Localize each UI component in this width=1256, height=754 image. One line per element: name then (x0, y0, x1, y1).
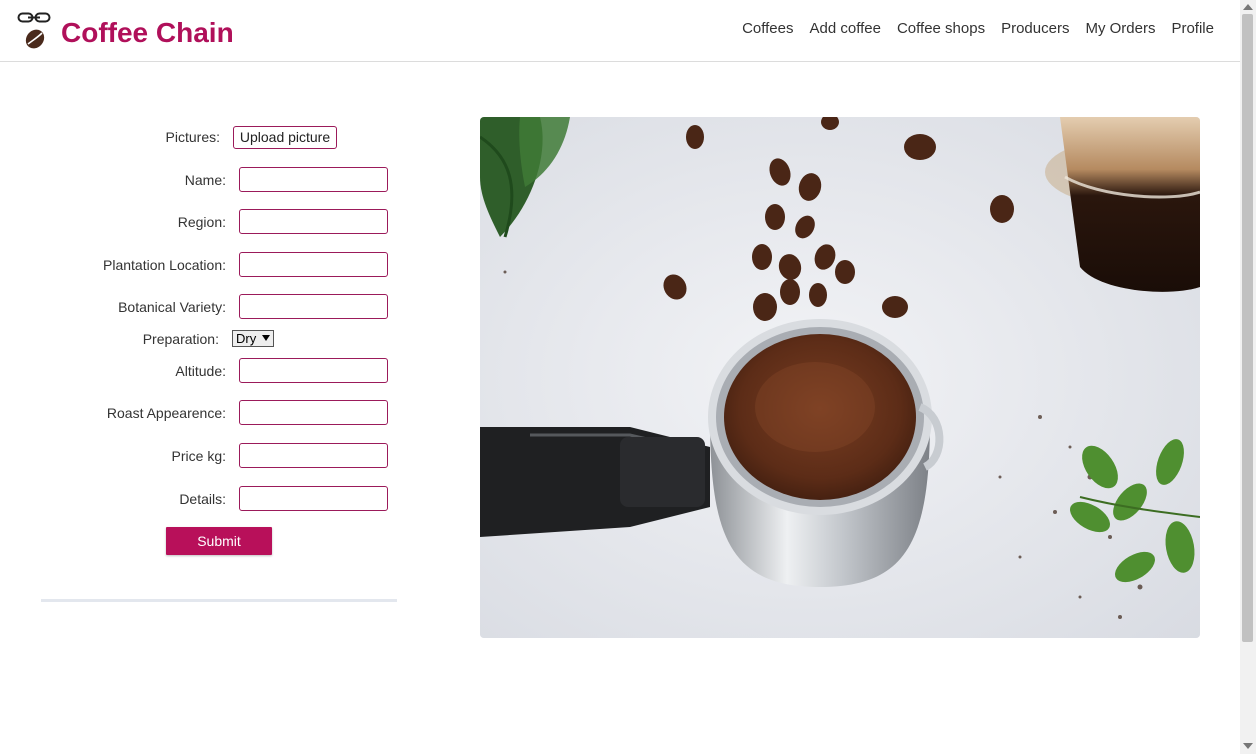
price-kg-label: Price kg: (171, 448, 226, 464)
plantation-location-field[interactable] (239, 252, 388, 277)
vertical-scrollbar[interactable] (1240, 0, 1256, 754)
nav-my-orders[interactable]: My Orders (1085, 20, 1155, 37)
coffee-bean-chain-logo-icon[interactable] (17, 11, 53, 51)
scroll-up-icon[interactable] (1243, 4, 1253, 10)
preparation-label: Preparation: (142, 331, 219, 347)
scroll-down-icon[interactable] (1243, 743, 1253, 749)
botanical-variety-label: Botanical Variety: (118, 299, 226, 315)
main-nav: Coffees Add coffee Coffee shops Producer… (726, 20, 1214, 37)
preparation-select[interactable]: Dry (232, 330, 274, 347)
nav-coffee-shops[interactable]: Coffee shops (897, 20, 985, 37)
roast-appearence-label: Roast Appearence: (106, 405, 226, 421)
chevron-down-icon (262, 335, 270, 341)
top-navbar: Coffee Chain Coffees Add coffee Coffee s… (0, 0, 1240, 62)
brand-title[interactable]: Coffee Chain (61, 17, 234, 49)
region-field[interactable] (239, 209, 388, 234)
name-field[interactable] (239, 167, 388, 192)
nav-coffees[interactable]: Coffees (742, 20, 793, 37)
coffee-photo-illustration (480, 117, 1200, 638)
nav-producers[interactable]: Producers (1001, 20, 1069, 37)
details-label: Details: (179, 491, 226, 507)
upload-picture-button[interactable]: Upload picture (233, 126, 337, 149)
region-label: Region: (177, 214, 226, 230)
form-divider (41, 599, 397, 602)
plantation-location-label: Plantation Location: (103, 257, 226, 273)
coffee-portafilter-photo (480, 117, 1200, 638)
scroll-thumb[interactable] (1242, 14, 1253, 642)
nav-profile[interactable]: Profile (1171, 20, 1214, 37)
name-label: Name: (184, 172, 226, 188)
altitude-label: Altitude: (175, 363, 226, 379)
details-field[interactable] (239, 486, 388, 511)
roast-appearence-field[interactable] (239, 400, 388, 425)
price-kg-field[interactable] (239, 443, 388, 468)
preparation-selected-value: Dry (236, 331, 257, 346)
submit-button[interactable]: Submit (166, 527, 272, 555)
altitude-field[interactable] (239, 358, 388, 383)
nav-add-coffee[interactable]: Add coffee (810, 20, 881, 37)
botanical-variety-field[interactable] (239, 294, 388, 319)
pictures-label: Pictures: (165, 129, 220, 145)
